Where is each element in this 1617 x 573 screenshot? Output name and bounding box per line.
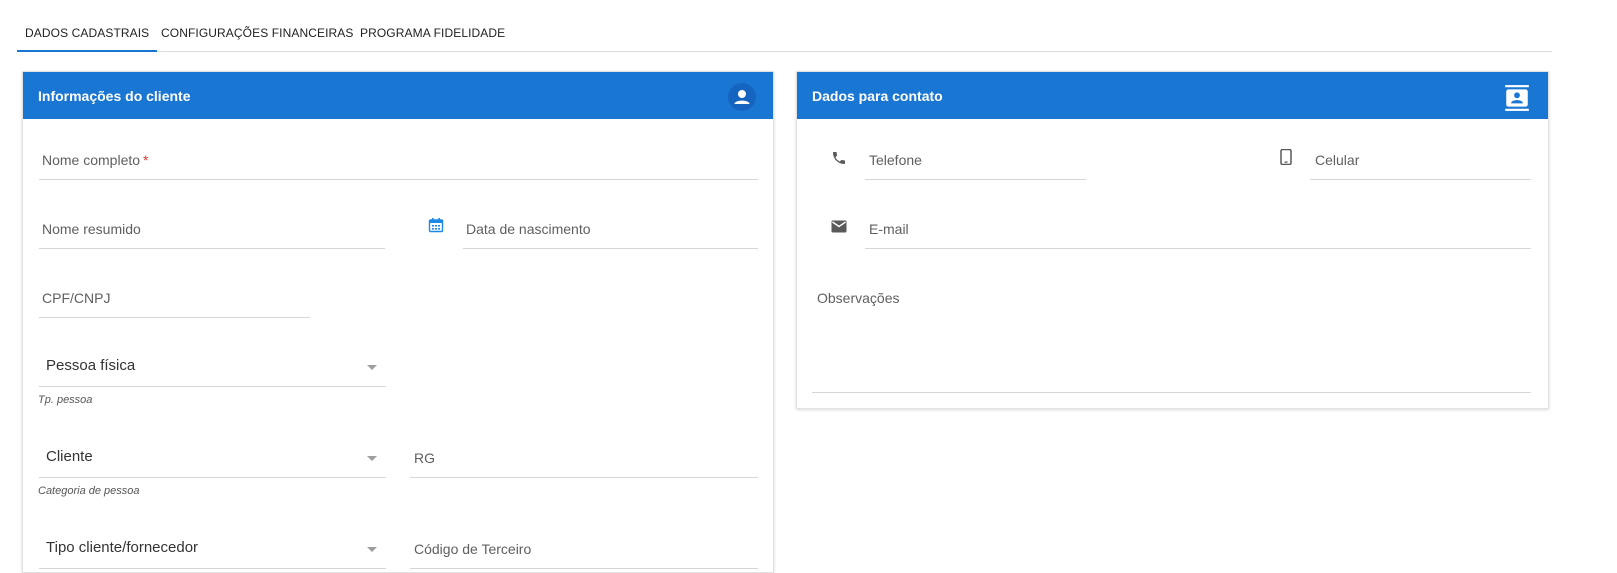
contact-card-header: Dados para contato [797,72,1548,119]
client-card-header: Informações do cliente [23,72,773,119]
birth-date-field[interactable]: Data de nascimento [463,209,758,249]
contact-card: Dados para contato Telefone Celular E-ma… [796,71,1549,409]
tab-dados-cadastrais[interactable]: DADOS CADASTRAIS [17,18,158,52]
rg-label: RG [414,450,435,466]
contact-card-icon [1505,85,1529,111]
smartphone-icon [1280,149,1292,165]
rg-field[interactable]: RG [410,438,758,478]
client-info-card: Informações do cliente Nome completo * No… [22,71,774,573]
tab-bar: DADOS CADASTRAIS CONFIGURAÇÕES FINANCEIR… [17,18,1552,52]
client-supplier-type-value: Tipo cliente/fornecedor [46,539,199,556]
cpf-cnpj-label: CPF/CNPJ [42,290,111,306]
tab-configuracoes-financeiras[interactable]: CONFIGURAÇÕES FINANCEIRAS [161,18,354,50]
email-label: E-mail [869,221,909,237]
cpf-cnpj-field[interactable]: CPF/CNPJ [39,278,310,318]
person-category-select[interactable]: Cliente [39,438,386,478]
email-field[interactable]: E-mail [865,209,1531,249]
full-name-field[interactable]: Nome completo * [39,140,758,180]
mobile-label: Celular [1315,152,1360,168]
notes-textarea[interactable]: Observações [812,278,1531,393]
contact-card-title: Dados para contato [812,88,943,104]
phone-field[interactable]: Telefone [865,140,1086,180]
required-mark: * [143,152,149,168]
chevron-down-icon [367,547,377,552]
client-supplier-type-select[interactable]: Tipo cliente/fornecedor [39,529,386,569]
calendar-icon[interactable] [428,217,444,233]
short-name-field[interactable]: Nome resumido [39,209,385,249]
person-icon [728,83,756,111]
tab-programa-fidelidade[interactable]: PROGRAMA FIDELIDADE [360,18,505,50]
person-type-hint: Tp. pessoa [38,394,93,406]
chevron-down-icon [367,365,377,370]
client-card-title: Informações do cliente [38,88,191,104]
person-category-value: Cliente [46,448,93,465]
person-type-value: Pessoa física [46,357,136,374]
full-name-label: Nome completo * [42,152,149,168]
birth-date-label: Data de nascimento [466,221,591,237]
person-type-select[interactable]: Pessoa física [39,347,386,387]
mail-icon [831,220,847,233]
phone-label: Telefone [869,152,922,168]
notes-label: Observações [817,290,900,306]
short-name-label: Nome resumido [42,221,141,237]
person-category-hint: Categoria de pessoa [38,485,140,497]
mobile-field[interactable]: Celular [1310,140,1531,180]
third-party-code-label: Código de Terceiro [414,541,532,557]
phone-icon [833,152,845,164]
chevron-down-icon [367,456,377,461]
third-party-code-field[interactable]: Código de Terceiro [410,529,758,569]
